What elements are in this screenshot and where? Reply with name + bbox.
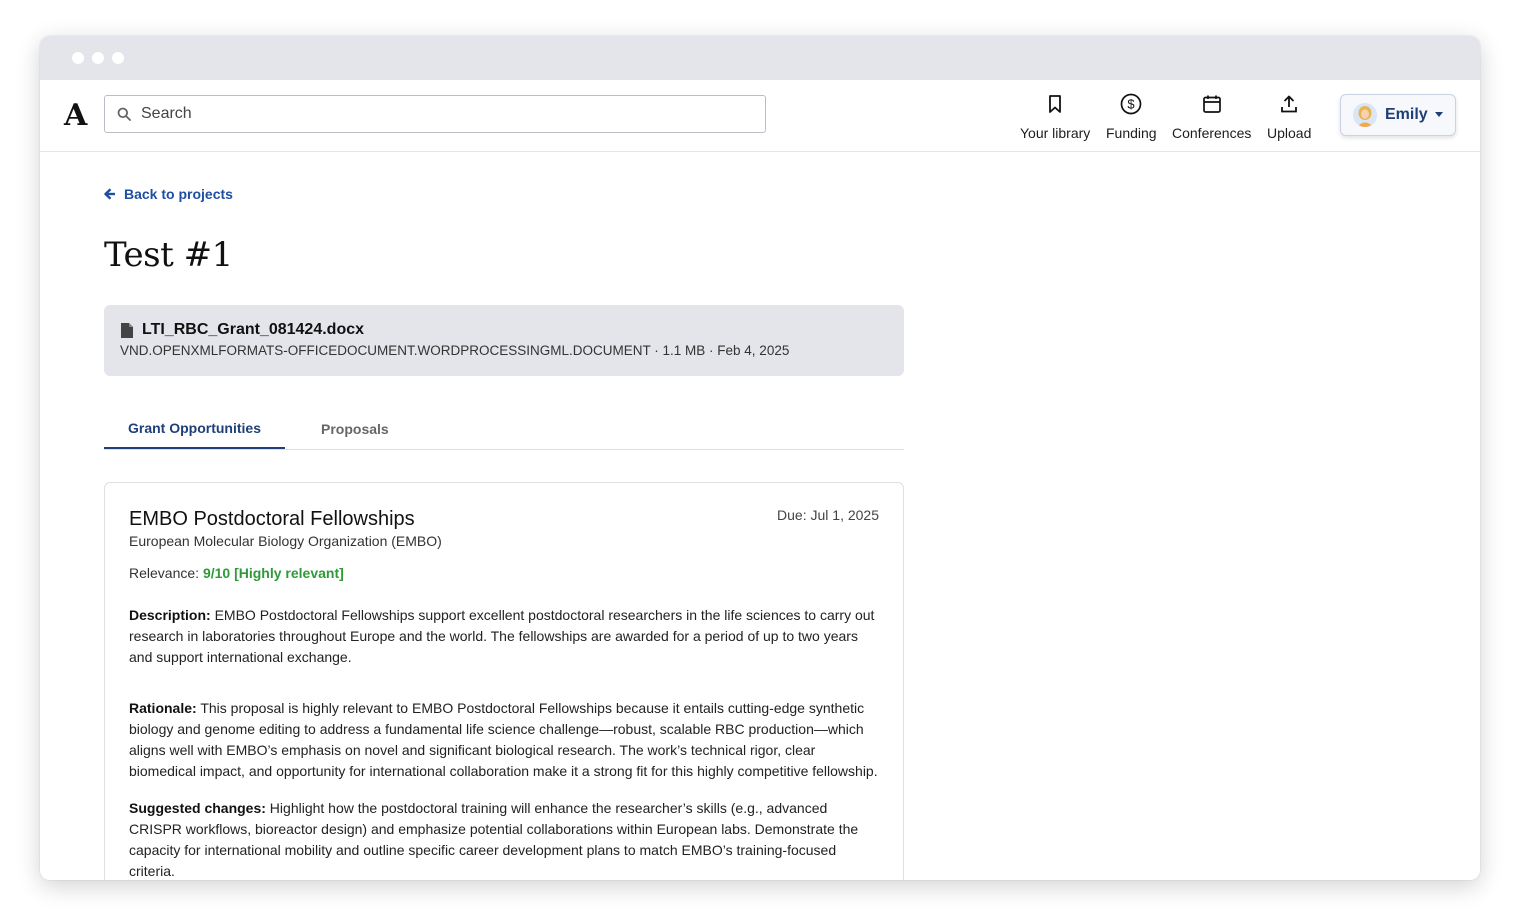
window-controls xyxy=(72,52,124,64)
file-card[interactable]: LTI_RBC_Grant_081424.docx VND.OPENXMLFOR… xyxy=(104,305,904,376)
grant-organization: European Molecular Biology Organization … xyxy=(129,533,442,549)
rationale-label: Rationale: xyxy=(129,700,197,716)
main-content: Back to projects Test #1 LTI_RBC_Grant_0… xyxy=(104,182,904,880)
grant-relevance: Relevance: 9/10 [Highly relevant] xyxy=(129,565,879,581)
arrow-left-icon xyxy=(104,188,115,200)
app-logo[interactable]: A xyxy=(64,98,87,133)
chevron-down-icon xyxy=(1434,111,1443,117)
maximize-window-dot[interactable] xyxy=(112,52,124,64)
relevance-label: Relevance: xyxy=(129,565,203,581)
search-input[interactable] xyxy=(139,104,743,124)
nav-label: Funding xyxy=(1106,125,1157,141)
nav-funding[interactable]: $ Funding xyxy=(1106,92,1157,141)
nav-upload[interactable]: Upload xyxy=(1267,92,1311,141)
relevance-value: 9/10 [Highly relevant] xyxy=(202,565,344,581)
avatar xyxy=(1353,103,1377,127)
tab-grant-opportunities[interactable]: Grant Opportunities xyxy=(104,409,285,449)
document-icon xyxy=(121,322,133,338)
grant-card[interactable]: EMBO Postdoctoral Fellowships Due: Jul 1… xyxy=(104,482,904,880)
description-label: Description: xyxy=(129,607,211,623)
grant-suggested-changes: Suggested changes: Highlight how the pos… xyxy=(129,798,879,880)
minimize-window-dot[interactable] xyxy=(92,52,104,64)
window-titlebar xyxy=(40,36,1480,80)
file-meta: VND.OPENXMLFORMATS-OFFICEDOCUMENT.WORDPR… xyxy=(120,343,790,358)
tab-bar: Grant Opportunities Proposals xyxy=(104,409,904,450)
nav-label: Conferences xyxy=(1172,125,1252,141)
user-menu-button[interactable]: Emily xyxy=(1340,94,1456,136)
nav-label: Upload xyxy=(1267,125,1312,141)
dollar-icon: $ xyxy=(1120,93,1142,115)
grant-title: EMBO Postdoctoral Fellowships xyxy=(129,508,415,530)
app-header: A Your library $ Funding xyxy=(40,80,1480,152)
svg-text:$: $ xyxy=(1128,97,1136,112)
rationale-text: This proposal is highly relevant to EMBO… xyxy=(129,700,878,779)
search-icon xyxy=(117,107,131,121)
nav-your-library[interactable]: Your library xyxy=(1020,92,1090,141)
nav-conferences[interactable]: Conferences xyxy=(1172,92,1251,141)
back-to-projects-link[interactable]: Back to projects xyxy=(104,182,904,206)
nav-label: Your library xyxy=(1020,125,1091,141)
search-box[interactable] xyxy=(104,95,766,133)
grant-description: Description: EMBO Postdoctoral Fellowshi… xyxy=(129,605,879,668)
close-window-dot[interactable] xyxy=(72,52,84,64)
description-text: EMBO Postdoctoral Fellowships support ex… xyxy=(129,607,875,665)
upload-icon xyxy=(1281,95,1298,113)
file-name: LTI_RBC_Grant_081424.docx xyxy=(142,321,365,338)
browser-window: A Your library $ Funding xyxy=(40,36,1480,880)
tab-proposals[interactable]: Proposals xyxy=(285,409,413,449)
bookmark-icon xyxy=(1049,95,1062,113)
grant-rationale: Rationale: This proposal is highly relev… xyxy=(129,698,879,782)
suggested-label: Suggested changes: xyxy=(129,800,266,816)
user-name: Emily xyxy=(1385,106,1428,123)
calendar-icon xyxy=(1202,95,1221,113)
page-title: Test #1 xyxy=(104,235,233,275)
back-link-label: Back to projects xyxy=(124,186,233,202)
grant-due-date: Due: Jul 1, 2025 xyxy=(777,507,879,523)
